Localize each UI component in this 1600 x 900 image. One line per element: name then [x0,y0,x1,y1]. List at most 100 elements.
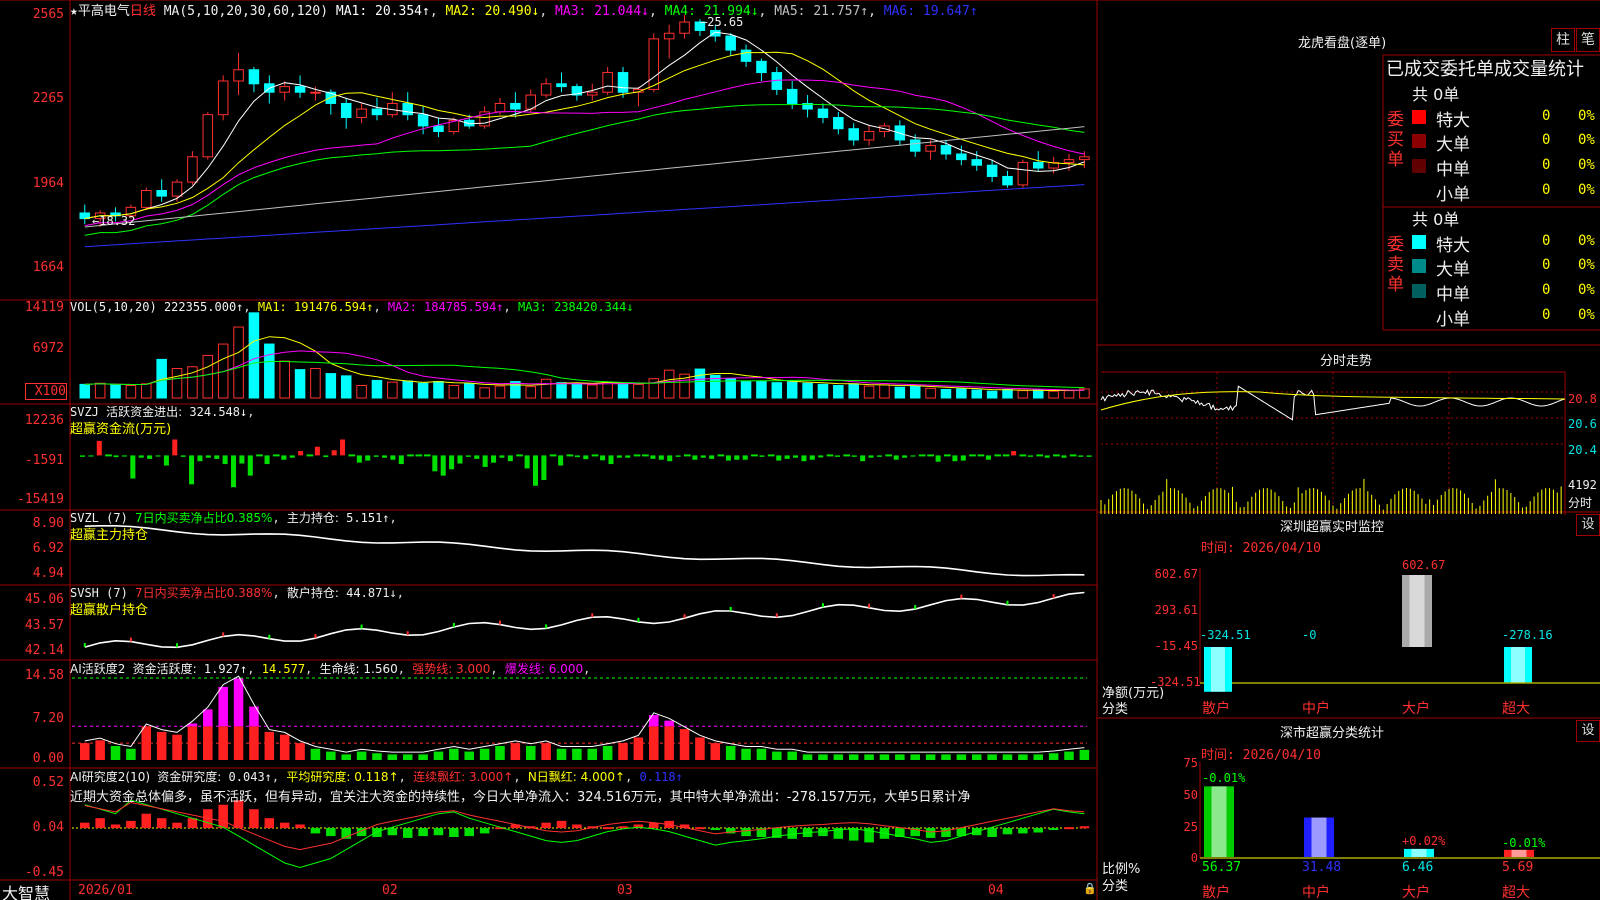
intraday-tick: 20.6 [1568,417,1597,431]
sell-side-label: 委卖单 [1387,235,1407,295]
flow-bar [625,455,630,457]
flow-bar [617,455,622,457]
flow-bar [676,455,681,456]
activity-bar [1064,752,1074,760]
chart-canvas[interactable] [0,0,1600,900]
lock-icon[interactable]: 🔒 [1083,882,1097,895]
flow-bar [239,455,244,463]
flow-bar [483,455,488,467]
flow-bar [986,455,991,459]
buy-xl-swatch [1412,110,1426,124]
x-label-mar: 03 [617,883,633,898]
monitor-cat: 超大 [1502,698,1530,718]
candle-body [1018,162,1028,184]
ai2-title: 资金研究度: [157,770,221,784]
candle-body [987,165,997,176]
tick-view-button[interactable]: 笔 [1576,28,1600,52]
volume-bar [434,382,444,398]
flow-bar [541,455,546,480]
monitor-settings-button[interactable]: 设 [1576,514,1600,536]
research-bar [157,818,167,828]
flow-bar [298,451,303,455]
candle-body [787,89,797,103]
candle-body [311,92,321,93]
flow-bar [852,455,857,456]
flow-bar [726,455,731,460]
svsh-tick: 42.14 [0,643,64,658]
price-tick: 2265 [0,91,64,106]
flow-bar [499,455,504,457]
volume-bar [311,368,321,398]
price-tick: 1964 [0,176,64,191]
monitor-bar-value: -278.16 [1502,628,1553,642]
flow-bar [155,455,160,456]
activity-bar [403,754,413,760]
research-bar [1018,828,1028,833]
ma3-line [85,80,1085,226]
flow-bar [466,455,471,456]
candle-body [649,39,659,90]
svzl-tick: 6.92 [0,541,64,556]
research-bar [987,828,997,837]
flow-bar [869,455,874,457]
research-bar [403,828,413,838]
candle-body [926,146,936,152]
research-bar [449,828,459,837]
svzl-tick: 4.94 [0,566,64,581]
activity-bar [126,749,136,760]
flow-bar [592,454,599,456]
retail-tick [361,625,363,629]
candle-body [741,50,751,61]
flow-bar [172,439,177,455]
class-settings-button[interactable]: 设 [1576,720,1600,742]
ai2-tick: -0.45 [0,865,64,880]
monitor-title: 深圳超赢实时监控 [1280,516,1384,535]
flow-bar [306,454,313,456]
activity-bar [664,726,674,760]
svsh-note: 7日内买卖净占比0.388% [135,586,272,600]
activity-bar [1080,750,1090,760]
candle-body [588,92,598,95]
svzl-tick: 8.90 [0,516,64,531]
candle-body [818,109,828,117]
class-bar-shine [1212,786,1227,857]
flow-bar [709,455,714,458]
flow-bar [265,455,270,464]
intraday-title[interactable]: 分时走势 [1320,350,1372,369]
activity-bar [157,732,167,760]
flow-bar [558,455,563,465]
volume-bar [80,384,90,398]
sell-row-qty: 0 [1542,257,1550,273]
retail-tick [637,618,639,622]
intraday-vol: 4192 [1568,478,1597,492]
flow-bar [910,455,915,456]
activity-bar [111,746,121,760]
research-bar [311,828,321,833]
flow-bar [357,455,362,462]
flow-bar [1045,455,1050,457]
flow-bar [315,447,320,456]
volume-bar [618,383,628,398]
class-bar-value: 31.48 [1302,860,1341,875]
class-bar-shine [1512,850,1527,857]
stock-name[interactable]: 平高电气 [78,4,130,19]
column-view-button[interactable]: 柱 [1551,28,1575,52]
research-bar [603,827,613,829]
activity-bar [649,726,659,760]
flow-bar [525,455,530,468]
flow-bar [164,455,169,465]
volume-bar [511,382,521,398]
flow-bar [290,455,295,457]
flow-bar [206,455,211,457]
volume-bar [418,383,428,398]
flow-bar [978,454,985,456]
brand-logo[interactable]: 大智慧 [2,880,50,900]
period-label[interactable]: 日线 [130,4,156,19]
main-header: ★平高电气日线 MA(5,10,20,30,60,120) MA1: 20.35… [70,0,978,19]
activity-bar [142,726,152,760]
class-bar-shine [1312,818,1327,857]
retail-tick [868,604,870,608]
retail-tick [776,613,778,617]
flow-bar [608,455,613,464]
flow-bar [759,455,764,456]
